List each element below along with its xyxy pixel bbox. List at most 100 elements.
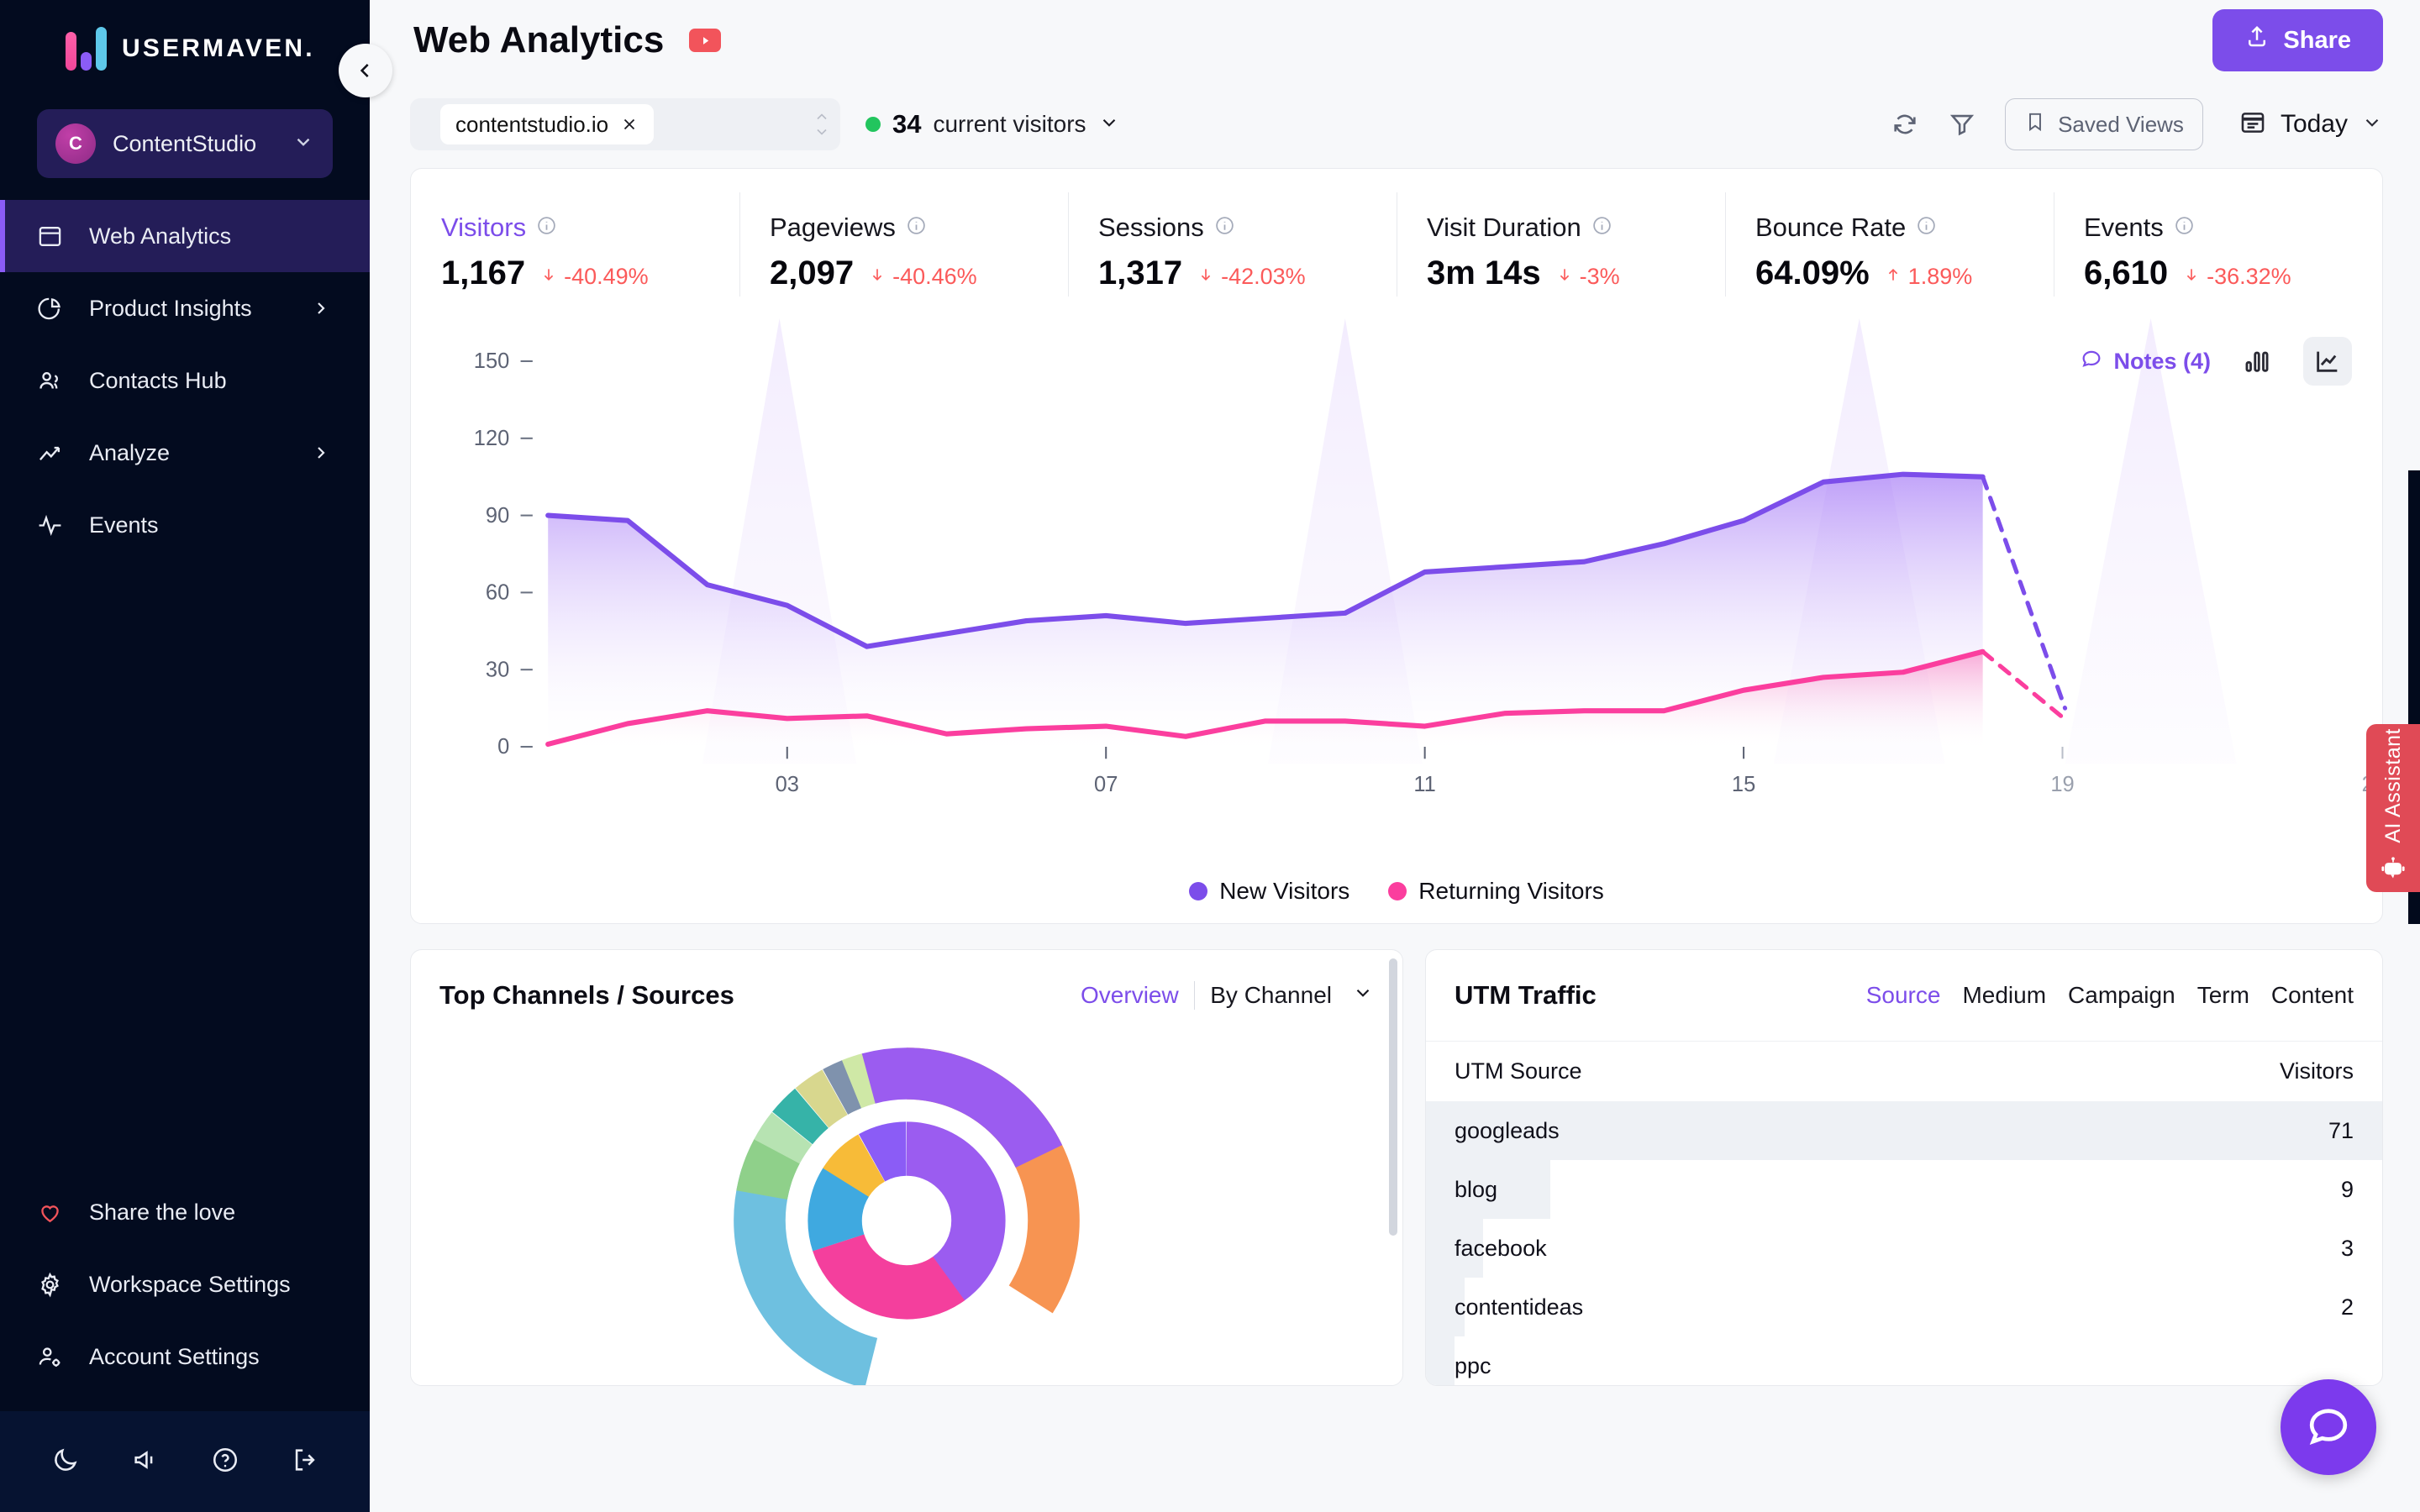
sidebar-item-contacts-hub[interactable]: Contacts Hub — [0, 344, 370, 417]
chat-widget-button[interactable] — [2281, 1379, 2376, 1475]
notes-button[interactable]: Notes (4) — [2080, 347, 2211, 376]
kpi-pageviews[interactable]: Pageviews 2,097 -40.46% — [739, 169, 1068, 318]
workspace-avatar: C — [55, 123, 96, 164]
svg-text:60: 60 — [486, 581, 509, 605]
table-row[interactable]: googleads 71 — [1426, 1101, 2382, 1160]
legend-item-new-visitors[interactable]: New Visitors — [1189, 878, 1349, 905]
kpi-bounce-rate[interactable]: Bounce Rate 64.09% 1.89% — [1725, 169, 2054, 318]
info-icon[interactable] — [1214, 215, 1235, 240]
kpi-label: Bounce Rate — [1755, 213, 1907, 242]
tab-medium[interactable]: Medium — [1962, 982, 2046, 1009]
robot-icon — [2379, 855, 2407, 888]
users-icon — [37, 368, 71, 394]
sidebar-item-share-the-love[interactable]: Share the love — [0, 1176, 370, 1248]
tab-campaign[interactable]: Campaign — [2068, 982, 2175, 1009]
table-row[interactable]: ppc — [1426, 1336, 2382, 1385]
date-range-picker[interactable]: Today — [2238, 108, 2383, 141]
close-icon[interactable] — [620, 115, 639, 134]
gear-icon — [37, 1272, 71, 1298]
svg-text:120: 120 — [474, 427, 510, 450]
sidebar-item-label: Account Settings — [89, 1343, 260, 1369]
sidebar-item-product-insights[interactable]: Product Insights — [0, 272, 370, 344]
kpi-visit-duration[interactable]: Visit Duration 3m 14s -3% — [1397, 169, 1725, 318]
kpi-sessions[interactable]: Sessions 1,317 -42.03% — [1068, 169, 1397, 318]
ai-assistant-tab[interactable]: AI Assistant — [2366, 724, 2420, 892]
sidebar-collapse-button[interactable] — [339, 44, 392, 97]
row-label: blog — [1455, 1176, 1498, 1202]
channels-scrollbar[interactable] — [1389, 958, 1397, 1377]
help-circle-icon[interactable] — [211, 1446, 239, 1478]
kpi-delta-value: -3% — [1579, 264, 1620, 289]
sidebar-item-workspace-settings[interactable]: Workspace Settings — [0, 1248, 370, 1320]
tab-overview[interactable]: Overview — [1065, 982, 1194, 1009]
megaphone-icon[interactable] — [131, 1446, 160, 1478]
chart-svg: 150120 9060 300 03 07 11 15 19 — [474, 318, 2382, 796]
sidebar-item-account-settings[interactable]: Account Settings — [0, 1320, 370, 1393]
legend-item-returning-visitors[interactable]: Returning Visitors — [1388, 878, 1604, 905]
chevron-down-icon[interactable] — [1347, 982, 1374, 1010]
kpi-label: Visit Duration — [1427, 213, 1581, 242]
kpi-delta: -36.32% — [2183, 264, 2291, 290]
usermaven-logo-icon — [66, 27, 107, 71]
kpi-delta-value: -36.32% — [2207, 264, 2291, 289]
notes-label: Notes (4) — [2113, 348, 2211, 374]
bar-chart-icon[interactable] — [2233, 337, 2281, 386]
row-label: facebook — [1455, 1235, 1547, 1261]
row-label: googleads — [1455, 1117, 1560, 1143]
sidebar-item-events[interactable]: Events — [0, 489, 370, 561]
funnel-icon[interactable] — [1948, 110, 1976, 139]
kpi-delta-value: 1.89% — [1907, 264, 1973, 289]
saved-views-label: Saved Views — [2058, 111, 2184, 137]
chevron-right-icon — [311, 443, 331, 463]
current-visitors[interactable]: 34 current visitors — [865, 109, 1120, 139]
table-row[interactable]: blog 9 — [1426, 1160, 2382, 1219]
date-range-label: Today — [2280, 110, 2348, 138]
site-chip[interactable]: contentstudio.io — [440, 104, 655, 144]
kpi-value: 3m 14s — [1427, 255, 1541, 291]
moon-icon[interactable] — [51, 1446, 80, 1478]
row-bar — [1426, 1101, 2382, 1160]
sidebar-item-analyze[interactable]: Analyze — [0, 417, 370, 489]
kpi-delta-value: -40.49% — [564, 264, 649, 289]
logout-icon[interactable] — [291, 1446, 319, 1478]
filter-bar: contentstudio.io 34 current visitors Sav… — [370, 81, 2420, 168]
youtube-icon[interactable] — [689, 29, 722, 52]
info-icon[interactable] — [2174, 215, 2195, 240]
info-icon[interactable] — [1916, 215, 1937, 240]
stepper-arrows-icon[interactable] — [813, 111, 830, 138]
workspace-switcher[interactable]: C ContentStudio — [37, 109, 333, 178]
svg-text:11: 11 — [1413, 773, 1435, 796]
svg-text:30: 30 — [486, 658, 509, 681]
column-header-source: UTM Source — [1455, 1058, 1582, 1084]
refresh-icon[interactable] — [1891, 110, 1919, 139]
kpi-value: 6,610 — [2084, 255, 2169, 291]
top-channels-panel: Top Channels / Sources Overview By Chann… — [410, 949, 1403, 1386]
row-label: ppc — [1455, 1352, 1491, 1378]
tab-content[interactable]: Content — [2271, 982, 2354, 1009]
heart-icon — [37, 1200, 71, 1226]
upload-icon — [2244, 24, 2270, 56]
logo[interactable]: USERMAVEN. — [0, 0, 370, 97]
kpi-value: 1,167 — [441, 255, 526, 291]
tab-source[interactable]: Source — [1866, 982, 1941, 1009]
table-row[interactable]: contentideas 2 — [1426, 1278, 2382, 1336]
info-icon[interactable] — [906, 215, 927, 240]
sidebar-item-web-analytics[interactable]: Web Analytics — [0, 200, 370, 272]
tab-by-channel[interactable]: By Channel — [1195, 982, 1347, 1009]
saved-views-button[interactable]: Saved Views — [2005, 98, 2203, 150]
browser-icon — [37, 223, 71, 249]
table-row[interactable]: facebook 3 — [1426, 1219, 2382, 1278]
tab-term[interactable]: Term — [2197, 982, 2249, 1009]
scrollbar-thumb[interactable] — [1389, 958, 1397, 1236]
arrow-down-icon — [1556, 264, 1573, 290]
kpi-visitors[interactable]: Visitors 1,167 -40.49% — [411, 169, 739, 318]
info-icon[interactable] — [536, 215, 557, 240]
info-icon[interactable] — [1591, 215, 1612, 240]
channels-donut-chart[interactable] — [411, 1041, 1402, 1385]
kpi-events[interactable]: Events 6,610 -36.32% — [2054, 169, 2382, 318]
legend-label: Returning Visitors — [1418, 878, 1604, 904]
legend-label: New Visitors — [1219, 878, 1350, 904]
site-selector[interactable]: contentstudio.io — [410, 98, 840, 150]
share-button[interactable]: Share — [2212, 9, 2383, 71]
line-chart-icon[interactable] — [2303, 337, 2352, 386]
